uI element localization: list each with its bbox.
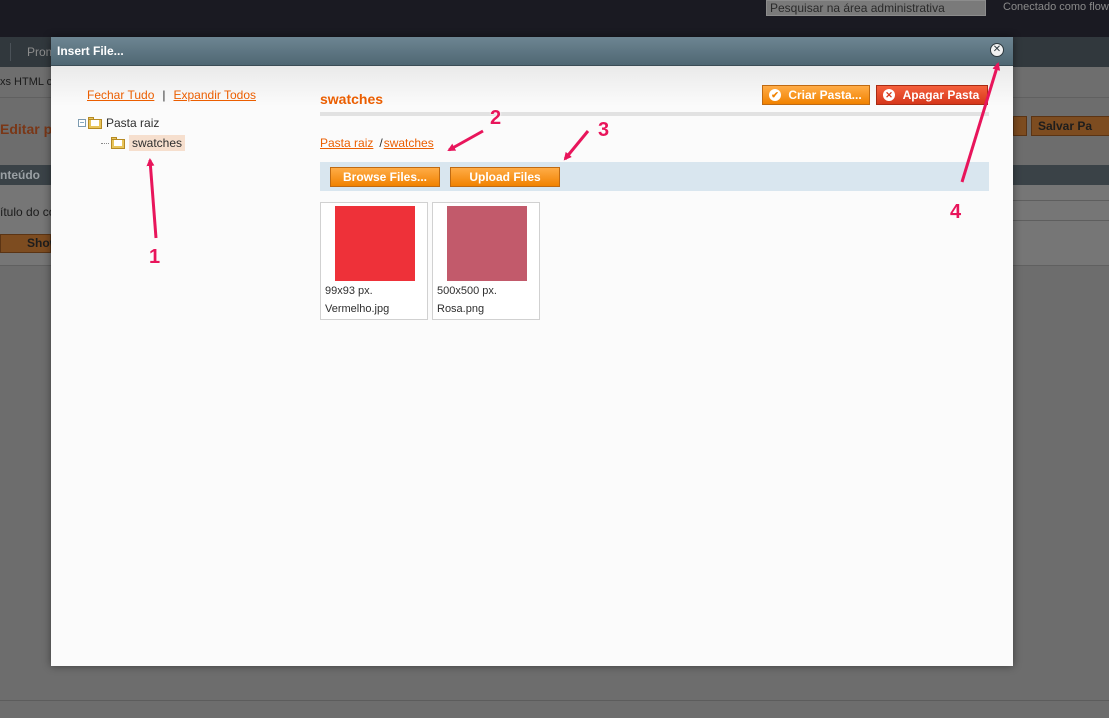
current-folder-title: swatches (320, 91, 384, 107)
admin-button-partial[interactable] (1013, 116, 1027, 136)
tree-connector (101, 142, 109, 144)
dialog-title: Insert File... (57, 44, 124, 58)
upload-files-button[interactable]: Upload Files (450, 167, 560, 187)
tree-node-label: swatches (129, 135, 186, 151)
folder-icon (88, 117, 103, 129)
admin-breadcrumb-text: xs HTML c (0, 76, 53, 88)
create-folder-button[interactable]: ✔ Criar Pasta... (762, 85, 870, 105)
breadcrumb-separator: / (379, 136, 383, 150)
collapse-all-link[interactable]: Fechar Tudo (87, 88, 154, 102)
file-thumbnail (447, 206, 527, 281)
delete-folder-label: Apagar Pasta (902, 88, 980, 102)
close-icon[interactable]: ✕ (990, 43, 1004, 57)
delete-folder-button[interactable]: ✕ Apagar Pasta (876, 85, 988, 105)
expand-all-link[interactable]: Expandir Todos (174, 88, 257, 102)
admin-field-label: ítulo do co (0, 205, 56, 219)
divider (1013, 200, 1109, 201)
create-folder-label: Criar Pasta... (788, 88, 862, 102)
divider (320, 112, 989, 116)
file-item[interactable]: 500x500 px. Rosa.png (432, 202, 540, 320)
file-item[interactable]: 99x93 px. Vermelho.jpg (320, 202, 428, 320)
divider (0, 700, 1109, 701)
check-icon: ✔ (769, 89, 781, 101)
file-name: Rosa.png (437, 303, 485, 315)
file-name: Vermelho.jpg (325, 303, 390, 315)
nav-separator (10, 43, 11, 61)
admin-section-title: nteúdo (0, 168, 40, 182)
dialog-header: Insert File... ✕ (51, 37, 1013, 66)
breadcrumb: Pasta raiz /swatches (320, 136, 434, 150)
annotation-label-2: 2 (490, 107, 502, 129)
tree-node-label: Pasta raiz (106, 116, 160, 130)
admin-show-editor-button[interactable]: Show (0, 234, 59, 253)
tree-actions-separator: | (162, 88, 166, 102)
admin-save-button[interactable]: Salvar Pa (1031, 116, 1109, 136)
file-thumbnail (335, 206, 415, 281)
tree-actions: Fechar Tudo | Expandir Todos (87, 88, 256, 102)
breadcrumb-root-link[interactable]: Pasta raiz (320, 136, 373, 150)
admin-search-input[interactable] (766, 0, 986, 16)
file-dimensions: 99x93 px. (325, 285, 373, 297)
divider (1013, 220, 1109, 221)
admin-header: Conectado como flow (0, 0, 1109, 37)
file-dimensions: 500x500 px. (437, 285, 497, 297)
annotation-label-3: 3 (598, 119, 610, 141)
annotation-label-1: 1 (149, 246, 161, 268)
insert-file-dialog: Insert File... ✕ Fechar Tudo | Expandir To… (51, 37, 1013, 666)
folder-icon (111, 137, 126, 149)
browse-files-button[interactable]: Browse Files... (330, 167, 440, 187)
annotation-label-4: 4 (950, 201, 962, 223)
tree-node-root[interactable]: − Pasta raiz (78, 116, 159, 130)
delete-icon: ✕ (883, 89, 895, 101)
tree-node-swatches[interactable]: swatches (101, 135, 186, 151)
breadcrumb-current-link[interactable]: swatches (384, 136, 434, 150)
logged-in-status: Conectado como flow (1003, 1, 1109, 13)
collapse-toggle-icon[interactable]: − (78, 119, 86, 127)
